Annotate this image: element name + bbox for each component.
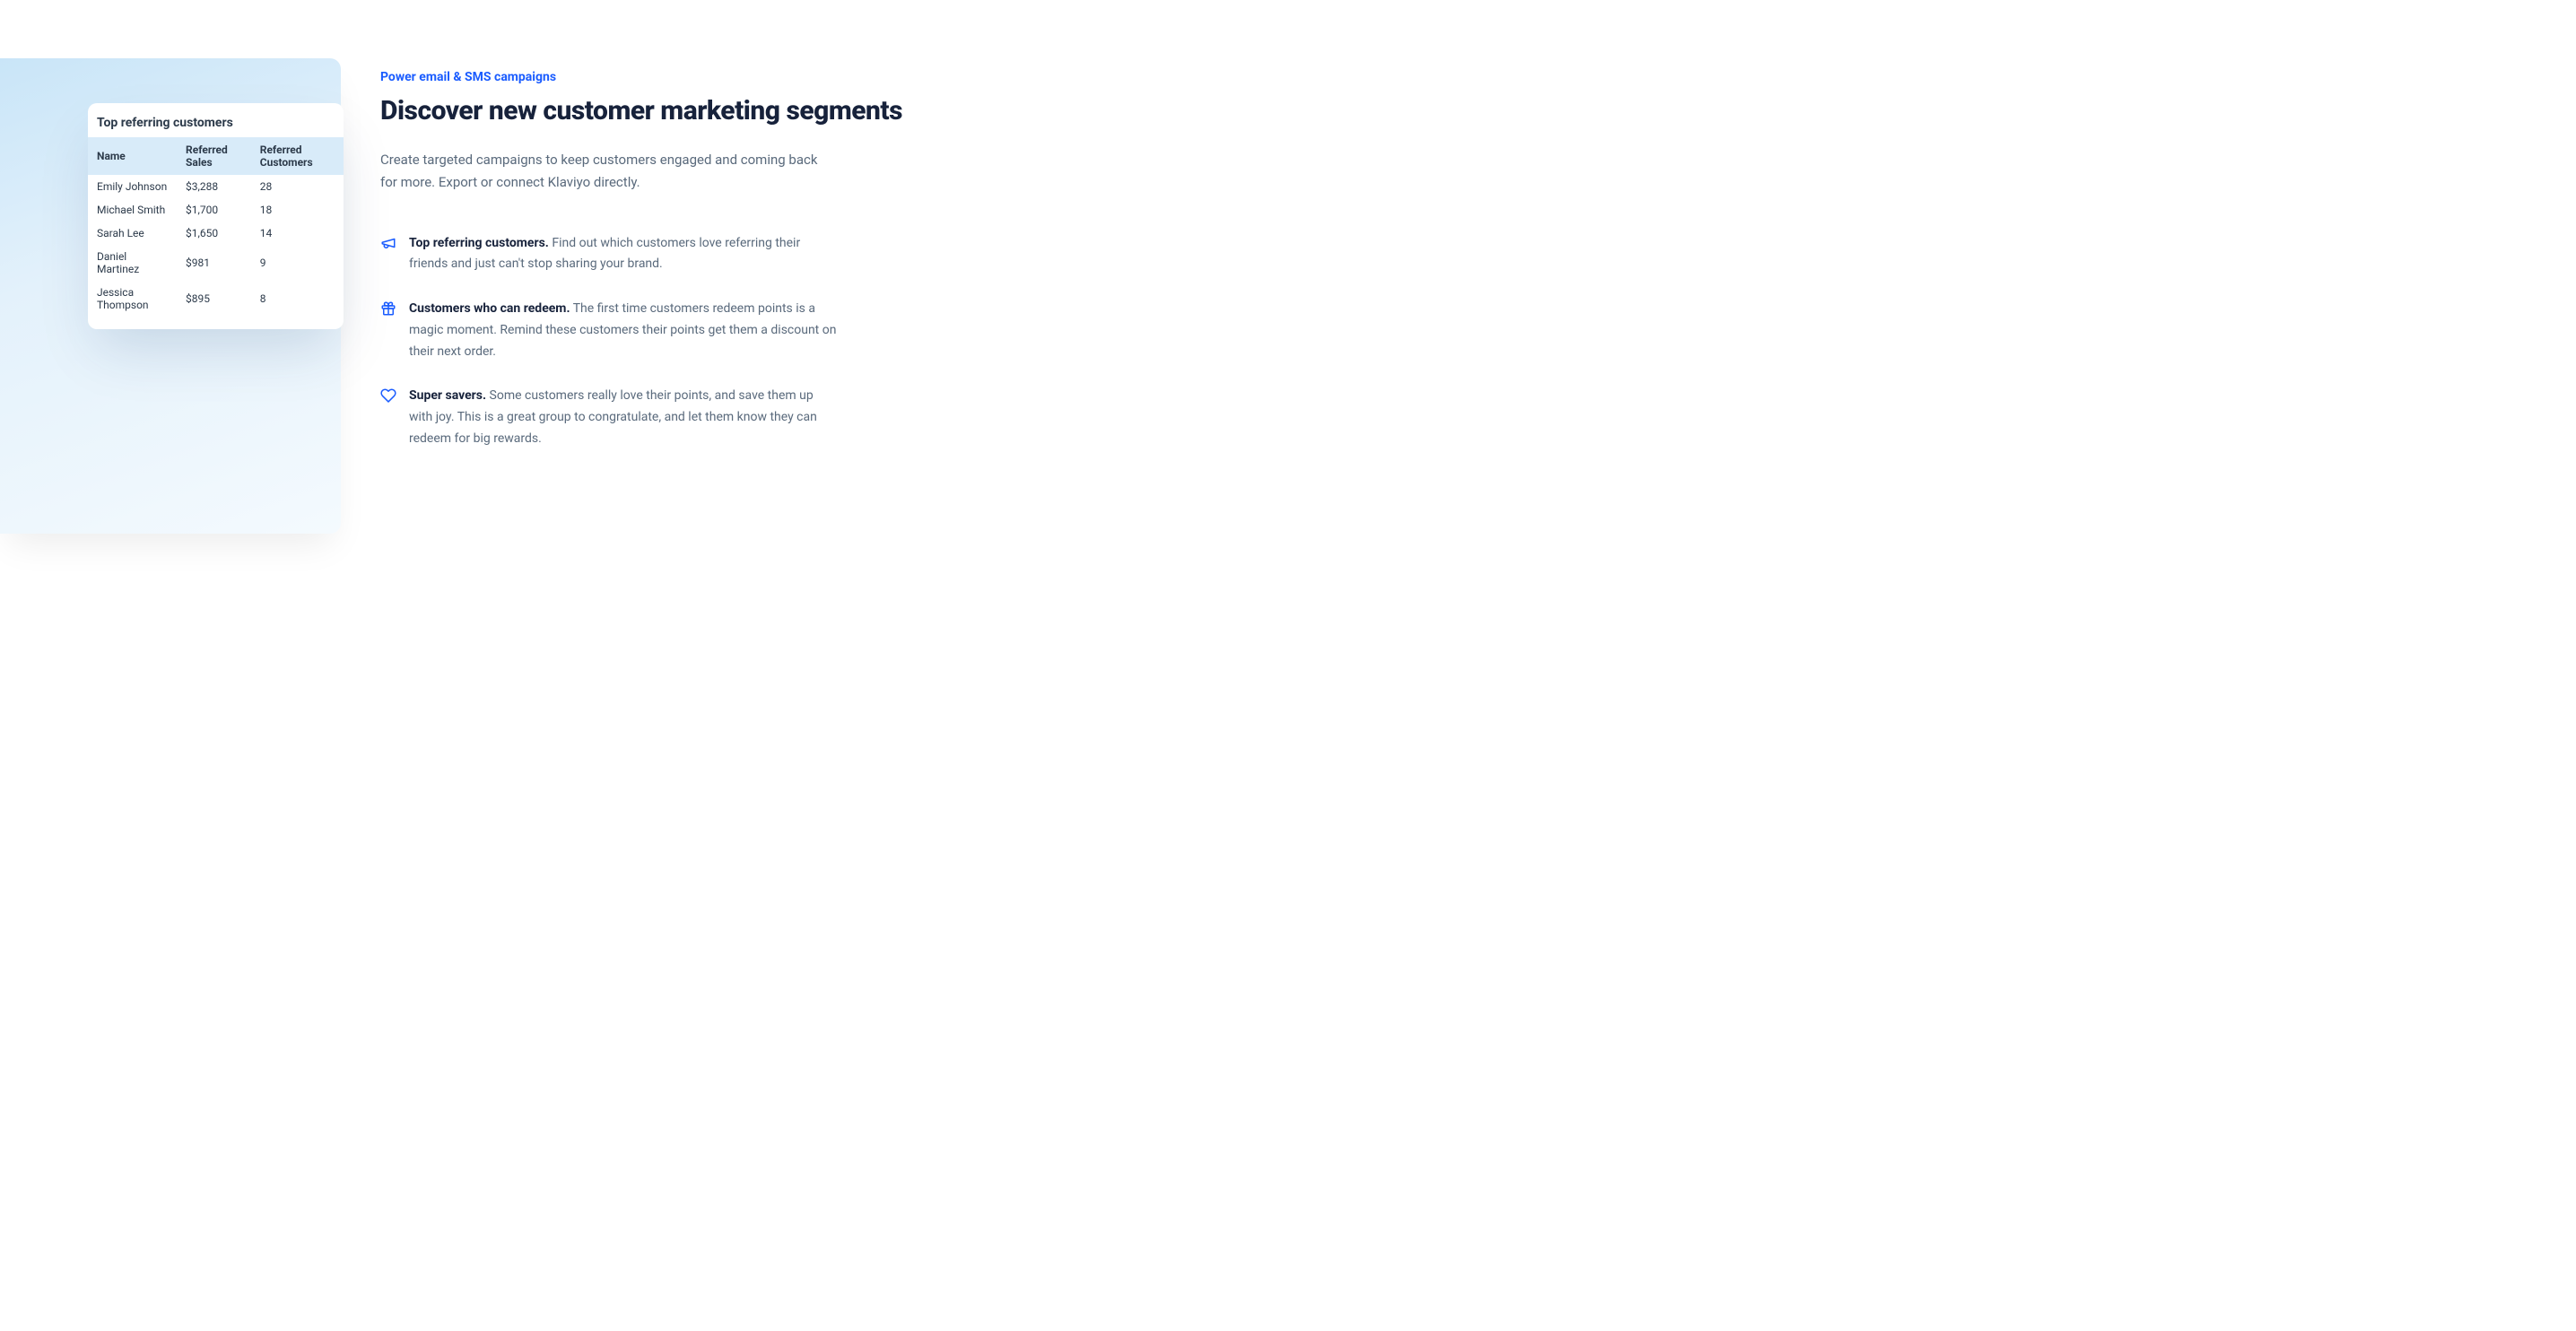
feature-text: Top referring customers. Find out which … — [409, 233, 838, 276]
cell-sales: $3,288 — [177, 175, 251, 198]
col-sales: Referred Sales — [177, 137, 251, 175]
cell-customers: 8 — [251, 281, 344, 317]
top-referring-card: Top referring customers Name Referred Sa… — [88, 103, 344, 329]
headline: Discover new customer marketing segments — [380, 95, 915, 127]
page-container: Top referring customers Name Referred Sa… — [0, 0, 1288, 666]
cell-customers: 9 — [251, 245, 344, 281]
col-customers: Referred Customers — [251, 137, 344, 175]
cell-name: Emily Johnson — [88, 175, 177, 198]
feature-list: Top referring customers. Find out which … — [380, 233, 915, 450]
cell-customers: 14 — [251, 222, 344, 245]
col-name: Name — [88, 137, 177, 175]
table-row: Daniel Martinez $981 9 — [88, 245, 344, 281]
feature-text: Super savers. Some customers really love… — [409, 386, 838, 449]
table-row: Emily Johnson $3,288 28 — [88, 175, 344, 198]
cell-name: Sarah Lee — [88, 222, 177, 245]
content-panel: Power email & SMS campaigns Discover new… — [341, 0, 951, 450]
cell-sales: $895 — [177, 281, 251, 317]
cell-sales: $981 — [177, 245, 251, 281]
subhead: Create targeted campaigns to keep custom… — [380, 149, 829, 194]
cell-name: Michael Smith — [88, 198, 177, 222]
gift-icon — [380, 300, 396, 317]
megaphone-icon — [380, 235, 396, 251]
feature-super-savers: Super savers. Some customers really love… — [380, 386, 838, 449]
cell-name: Jessica Thompson — [88, 281, 177, 317]
card-title: Top referring customers — [88, 116, 344, 137]
cell-name: Daniel Martinez — [88, 245, 177, 281]
feature-title: Top referring customers. — [409, 236, 549, 250]
feature-top-referring: Top referring customers. Find out which … — [380, 233, 838, 276]
referring-table: Name Referred Sales Referred Customers E… — [88, 137, 344, 317]
cell-customers: 18 — [251, 198, 344, 222]
feature-title: Customers who can redeem. — [409, 301, 570, 316]
cell-sales: $1,650 — [177, 222, 251, 245]
table-row: Michael Smith $1,700 18 — [88, 198, 344, 222]
feature-title: Super savers. — [409, 388, 486, 403]
table-row: Jessica Thompson $895 8 — [88, 281, 344, 317]
feature-text: Customers who can redeem. The first time… — [409, 299, 838, 362]
cell-sales: $1,700 — [177, 198, 251, 222]
illustration-panel: Top referring customers Name Referred Sa… — [0, 58, 341, 534]
feature-redeem: Customers who can redeem. The first time… — [380, 299, 838, 362]
cell-customers: 28 — [251, 175, 344, 198]
table-row: Sarah Lee $1,650 14 — [88, 222, 344, 245]
table-header-row: Name Referred Sales Referred Customers — [88, 137, 344, 175]
eyebrow-text: Power email & SMS campaigns — [380, 70, 915, 84]
heart-icon — [380, 387, 396, 404]
